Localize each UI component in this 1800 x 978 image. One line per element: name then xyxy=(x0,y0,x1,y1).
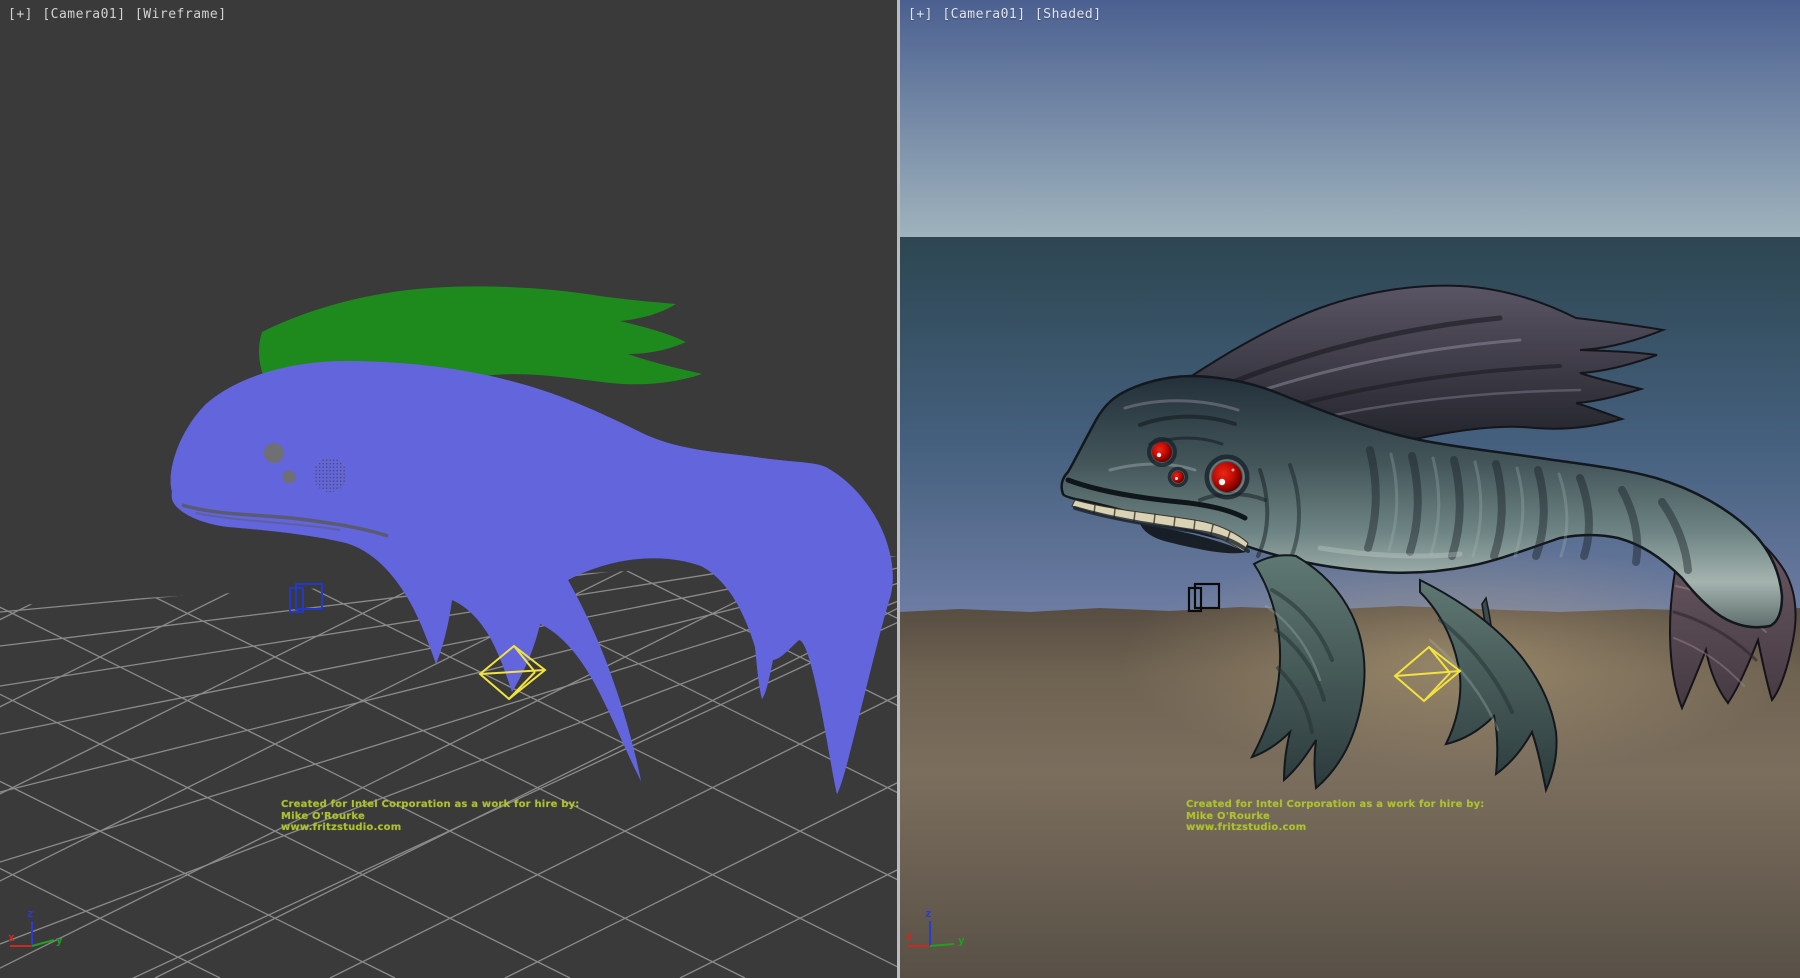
sky-gradient xyxy=(900,0,1800,237)
fish-eye-spot xyxy=(264,443,284,463)
watermark-credit: Created for Intel Corporation as a work … xyxy=(1186,799,1485,834)
viewport-wireframe: [+] [Camera01] [Wireframe] xyxy=(0,0,897,978)
viewport-shading-menu[interactable]: [Wireframe] xyxy=(135,7,227,22)
axis-z-label: z xyxy=(27,907,34,920)
axis-y-label: y xyxy=(56,934,63,947)
viewport-camera-menu[interactable]: [Camera01] xyxy=(42,7,125,22)
viewport-camera-menu[interactable]: [Camera01] xyxy=(942,7,1025,22)
box-helper[interactable] xyxy=(290,584,322,612)
viewport-label-right: [+] [Camera01] [Shaded] xyxy=(908,7,1103,22)
viewport-shaded: [+] [Camera01] [Shaded] xyxy=(900,0,1800,978)
viewport-expand-button[interactable]: [+] xyxy=(8,7,33,22)
watermark-credit: Created for Intel Corporation as a work … xyxy=(281,799,580,834)
fish-eye-spot-large xyxy=(313,458,347,492)
axis-z-label: z xyxy=(925,907,932,920)
axis-x-label: x xyxy=(906,930,913,943)
viewport-shading-menu[interactable]: [Shaded] xyxy=(1035,7,1102,22)
viewport-expand-button[interactable]: [+] xyxy=(908,7,933,22)
viewport-label-left: [+] [Camera01] [Wireframe] xyxy=(8,7,228,22)
dual-viewport-window: [+] [Camera01] [Wireframe] xyxy=(0,0,1800,978)
axis-y-label: y xyxy=(958,934,965,947)
wireframe-stipple-texture xyxy=(171,361,893,794)
fish-eye-spot-small xyxy=(283,471,296,484)
axis-x-label: x xyxy=(8,931,15,944)
fish-wireframe-model[interactable] xyxy=(171,286,893,794)
